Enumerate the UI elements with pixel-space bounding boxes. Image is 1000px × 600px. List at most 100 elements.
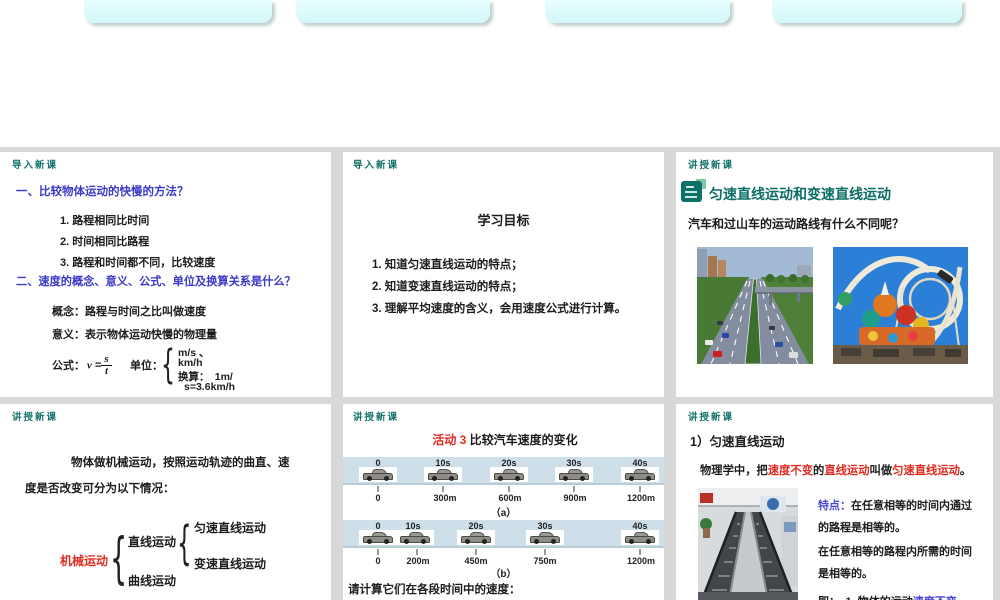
- text-segment-red: 匀速直线运动: [892, 465, 960, 477]
- tree-leaf: 匀速直线运动: [194, 521, 267, 535]
- distance-label: 600m: [498, 493, 522, 503]
- content-box-4: [772, 0, 962, 23]
- formula-label: 公式：: [52, 360, 85, 372]
- roller-coaster-photo: [833, 247, 968, 364]
- slide-header: 导入新课: [12, 160, 59, 171]
- axis-tick: [639, 549, 641, 555]
- content-box-2: [296, 0, 490, 23]
- car-band-b: 0 10s 20s 30s 40s: [343, 520, 664, 548]
- note-text: 。: [957, 596, 968, 600]
- distance-label: 0: [375, 493, 381, 503]
- slide-header: 讲授新课: [688, 412, 735, 423]
- note-paragraph: 即： 1. 物体的运动速度不变。: [818, 591, 982, 600]
- goal-item: 1. 知道匀速直线运动的特点；: [372, 259, 523, 271]
- feature-block: 特点：在任意相等的时间内通过的路程是相等的。 在任意相等的路程内所需的时间是相等…: [818, 495, 982, 600]
- distance-label: 1200m: [626, 493, 656, 503]
- highway-photo: [697, 247, 813, 365]
- note-text: 即： 1. 物体的运动: [818, 596, 913, 600]
- slide-panel-uniform-motion[interactable]: 讲授新课 1）匀速直线运动 物理学中，把速度不变的直线运动叫做匀速直线运动。 特…: [676, 404, 993, 600]
- activity-title-text: 比较汽车速度的变化: [469, 433, 578, 447]
- activity-title: 活动 3 比较汽车速度的变化: [426, 433, 584, 448]
- tree-branch: 曲线运动: [128, 574, 177, 588]
- band-b-caption: （b）: [490, 569, 517, 580]
- text-segment: 的: [813, 465, 825, 477]
- slide-header: 导入新课: [353, 160, 400, 171]
- concept-line: 概念：路程与时间之比叫做速度: [52, 306, 206, 318]
- activity-prompt: 请计算它们在各段时间中的速度：: [348, 584, 521, 596]
- slide-header: 讲授新课: [12, 412, 59, 423]
- feature-label: 特点：: [818, 500, 851, 512]
- car-icon: [359, 530, 397, 545]
- distance-label: 300m: [433, 493, 457, 503]
- formula-v: v: [87, 359, 92, 372]
- feature-text-2: 在任意相等的路程内所需的时间是相等的。: [818, 546, 972, 580]
- list-item: 1. 路程相同比时间: [60, 215, 150, 227]
- tree-brace-inner: {: [177, 516, 192, 570]
- goal-item: 2. 知道变速直线运动的特点；: [372, 281, 523, 293]
- activity-label: 活动 3: [432, 433, 467, 447]
- text-segment-red: 速度不变: [767, 465, 813, 477]
- unit-line: s=3.6km/h: [184, 381, 236, 393]
- content-box-3: [545, 0, 730, 23]
- band-a-caption: （a）: [490, 508, 517, 519]
- text-segment-red: 直线运动: [824, 465, 870, 477]
- text-segment: 叫做: [869, 465, 893, 477]
- content-box-1: [84, 0, 272, 23]
- slide-header: 讲授新课: [688, 160, 735, 171]
- car-icon: [526, 530, 564, 545]
- slide-panel-top-partial[interactable]: [0, 0, 1000, 147]
- question-1: 一、比较物体运动的快慢的方法？: [16, 186, 189, 198]
- axis-tick: [377, 486, 379, 492]
- car-icon: [555, 467, 593, 482]
- tree-brace-outer: {: [110, 526, 128, 591]
- axis-tick: [442, 486, 444, 492]
- slide-panel-activity[interactable]: 讲授新课 活动 3 比较汽车速度的变化 0 10s 20s 30s 40s 0 …: [343, 404, 664, 600]
- section-three-icon: [681, 179, 706, 204]
- text-segment: 物理学中，把: [700, 465, 768, 477]
- feature-paragraph-2: 在任意相等的路程内所需的时间是相等的。: [818, 541, 982, 585]
- car-icon: [424, 467, 462, 482]
- formula-expression: v = s t: [87, 354, 112, 377]
- car-band-a: 0 10s 20s 30s 40s: [343, 457, 664, 485]
- section-title: 匀速直线运动和变速直线运动: [709, 186, 891, 202]
- axis-tick: [475, 549, 477, 555]
- slide-panel-learning-goals[interactable]: 导入新课 学习目标 1. 知道匀速直线运动的特点； 2. 知道变速直线运动的特点…: [343, 152, 664, 397]
- escalator-photo: [698, 488, 798, 600]
- list-item: 2. 时间相同比路程: [60, 236, 150, 248]
- goal-item: 3. 理解平均速度的含义，会用速度公式进行计算。: [372, 303, 627, 315]
- slide-panel-classification[interactable]: 讲授新课 物体做机械运动，按照运动轨迹的曲直、速度是否改变可分为以下情况： 机械…: [0, 404, 331, 600]
- unit-brace: {: [161, 342, 175, 388]
- axis-tick: [544, 549, 546, 555]
- car-icon: [457, 530, 495, 545]
- car-icon: [396, 530, 434, 545]
- question-2: 二、速度的概念、意义、公式、单位及换算关系是什么？: [16, 276, 296, 288]
- text-segment: 。: [959, 465, 972, 477]
- axis-tick: [377, 549, 379, 555]
- feature-paragraph: 特点：在任意相等的时间内通过的路程是相等的。: [818, 495, 982, 539]
- car-icon: [621, 530, 659, 545]
- car-icon: [490, 467, 528, 482]
- axis-tick: [508, 486, 510, 492]
- note-keyword: 速度不变: [913, 596, 957, 600]
- unit-label: 单位：: [130, 360, 163, 372]
- axis-tick: [573, 486, 575, 492]
- car-icon: [621, 467, 659, 482]
- slide-panel-intro-review[interactable]: 导入新课 一、比较物体运动的快慢的方法？ 1. 路程相同比时间 2. 时间相同比…: [0, 152, 331, 397]
- meaning-line: 意义：表示物体运动快慢的物理量: [52, 329, 217, 341]
- tree-root: 机械运动: [60, 554, 109, 568]
- definition-sentence: 物理学中，把速度不变的直线运动叫做匀速直线运动。: [700, 462, 971, 478]
- classification-paragraph: 物体做机械运动，按照运动轨迹的曲直、速度是否改变可分为以下情况：: [25, 457, 290, 495]
- slide-preview-page: { "colors": { "header_teal": "#15736b", …: [0, 0, 1000, 600]
- slide-panel-topic[interactable]: 讲授新课 匀速直线运动和变速直线运动 汽车和过山车的运动路线有什么不同呢？: [676, 152, 993, 397]
- goals-title: 学习目标: [477, 213, 530, 228]
- tree-branch: 直线运动: [128, 535, 177, 549]
- tree-leaf: 变速直线运动: [194, 557, 267, 571]
- car-icon: [359, 467, 397, 482]
- topic-question: 汽车和过山车的运动路线有什么不同呢？: [688, 217, 905, 231]
- distance-label: 900m: [563, 493, 587, 503]
- unit-line: km/h: [178, 357, 203, 369]
- axis-tick: [416, 549, 418, 555]
- list-item: 3. 路程和时间都不同，比较速度: [60, 257, 216, 269]
- subtitle: 1）匀速直线运动: [690, 435, 785, 449]
- axis-tick: [639, 486, 641, 492]
